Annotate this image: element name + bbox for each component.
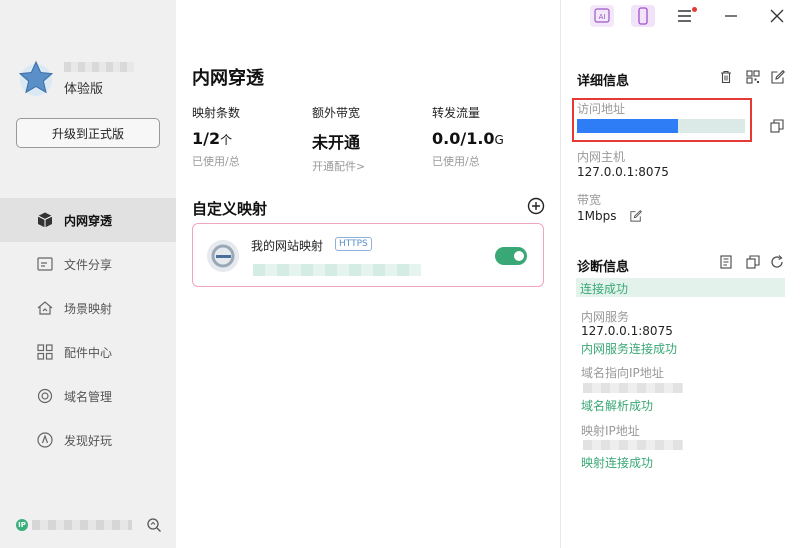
sidebar-item-scene-map[interactable]: 场景映射 — [0, 286, 176, 330]
cube-icon — [37, 212, 53, 228]
edit-icon[interactable] — [771, 70, 785, 84]
access-address-redacted — [577, 119, 745, 133]
refresh-icon[interactable] — [770, 255, 784, 269]
bandwidth-value: 1Mbps — [577, 209, 617, 223]
sidebar-item-label: 配件中心 — [64, 345, 113, 360]
app-logo-icon — [18, 60, 54, 96]
domain-status: 域名解析成功 — [581, 399, 654, 413]
sidebar-item-label: 域名管理 — [64, 389, 113, 404]
stat-bandwidth: 额外带宽 未开通 开通配件> — [312, 104, 422, 174]
connection-status: 连接成功 — [580, 282, 629, 296]
map-ip-redacted — [583, 440, 683, 450]
mapping-url-redacted — [253, 264, 421, 276]
host-value: 127.0.0.1:8075 — [577, 165, 669, 179]
compass-icon — [37, 432, 53, 448]
page-title: 内网穿透 — [192, 68, 264, 89]
delete-icon[interactable] — [719, 70, 733, 84]
ip-icon: IP — [16, 519, 28, 531]
stat-sub: 已使用/总 — [192, 155, 240, 168]
ip-address-redacted — [32, 520, 132, 530]
sidebar-item-file-share[interactable]: 文件分享 — [0, 242, 176, 286]
sidebar-item-tunnel[interactable]: 内网穿透 — [0, 198, 176, 242]
home-map-icon — [37, 301, 53, 315]
copy-diagnosis-icon[interactable] — [746, 255, 760, 269]
stat-sub: 已使用/总 — [432, 155, 480, 168]
host-label: 内网主机 — [577, 150, 626, 164]
version-label: 体验版 — [64, 82, 104, 97]
sidebar-item-accessories[interactable]: 配件中心 — [0, 330, 176, 374]
domain-ip-label: 域名指向IP地址 — [581, 366, 664, 380]
user-name-redacted — [64, 62, 134, 72]
stat-value: 0.0/1.0G — [432, 129, 504, 148]
log-icon[interactable] — [719, 255, 733, 269]
sidebar-item-domain[interactable]: 域名管理 — [0, 374, 176, 418]
mapping-card[interactable]: 我的网站映射 HTTPS — [192, 223, 544, 287]
domain-ip-redacted — [583, 383, 683, 393]
bandwidth-label: 带宽 — [577, 193, 602, 207]
stat-mappings: 映射条数 1/2个 已使用/总 — [192, 104, 302, 169]
search-icon[interactable] — [146, 517, 162, 533]
sidebar-item-discover[interactable]: 发现好玩 — [0, 418, 176, 462]
service-value: 127.0.0.1:8075 — [581, 324, 673, 338]
sidebar-item-label: 发现好玩 — [64, 433, 113, 448]
map-status: 映射连接成功 — [581, 456, 654, 470]
service-label: 内网服务 — [581, 310, 630, 324]
add-mapping-icon[interactable] — [527, 197, 545, 215]
mapping-name: 我的网站映射 — [251, 239, 324, 253]
map-ip-label: 映射IP地址 — [581, 424, 640, 438]
sidebar-item-label: 场景映射 — [64, 301, 113, 316]
stat-label: 额外带宽 — [312, 106, 361, 120]
sidebar-item-label: 内网穿透 — [64, 213, 113, 228]
folder-share-icon — [37, 257, 53, 271]
stat-label: 映射条数 — [192, 106, 241, 120]
edit-bandwidth-icon[interactable] — [630, 210, 642, 222]
globe-icon — [37, 388, 53, 404]
diagnosis-title: 诊断信息 — [577, 260, 630, 275]
stat-traffic: 转发流量 0.0/1.0G 已使用/总 — [432, 104, 542, 169]
main-panel: 内网穿透 映射条数 1/2个 已使用/总 额外带宽 未开通 开通配件> 转发流量… — [176, 0, 560, 548]
upgrade-button[interactable]: 升级到正式版 — [16, 118, 160, 148]
mapping-toggle[interactable] — [495, 247, 527, 265]
sidebar: 体验版 升级到正式版 内网穿透 文件分享 场景映射 配件中心 域名管理 发现好玩… — [0, 0, 176, 548]
protocol-badge: HTTPS — [335, 237, 372, 251]
grid-icon — [37, 344, 53, 360]
stat-value: 1/2个 — [192, 129, 233, 148]
service-status: 内网服务连接成功 — [581, 342, 678, 356]
website-icon — [207, 240, 239, 272]
sidebar-nav: 内网穿透 文件分享 场景映射 配件中心 域名管理 发现好玩 — [0, 198, 176, 462]
details-title: 详细信息 — [577, 74, 630, 89]
qrcode-icon[interactable] — [746, 70, 760, 84]
stat-value: 未开通 — [312, 133, 361, 152]
custom-mapping-title: 自定义映射 — [192, 200, 268, 218]
open-accessory-link[interactable]: 开通配件> — [312, 158, 422, 174]
sidebar-item-label: 文件分享 — [64, 257, 113, 272]
copy-icon[interactable] — [770, 119, 784, 133]
stat-label: 转发流量 — [432, 106, 481, 120]
